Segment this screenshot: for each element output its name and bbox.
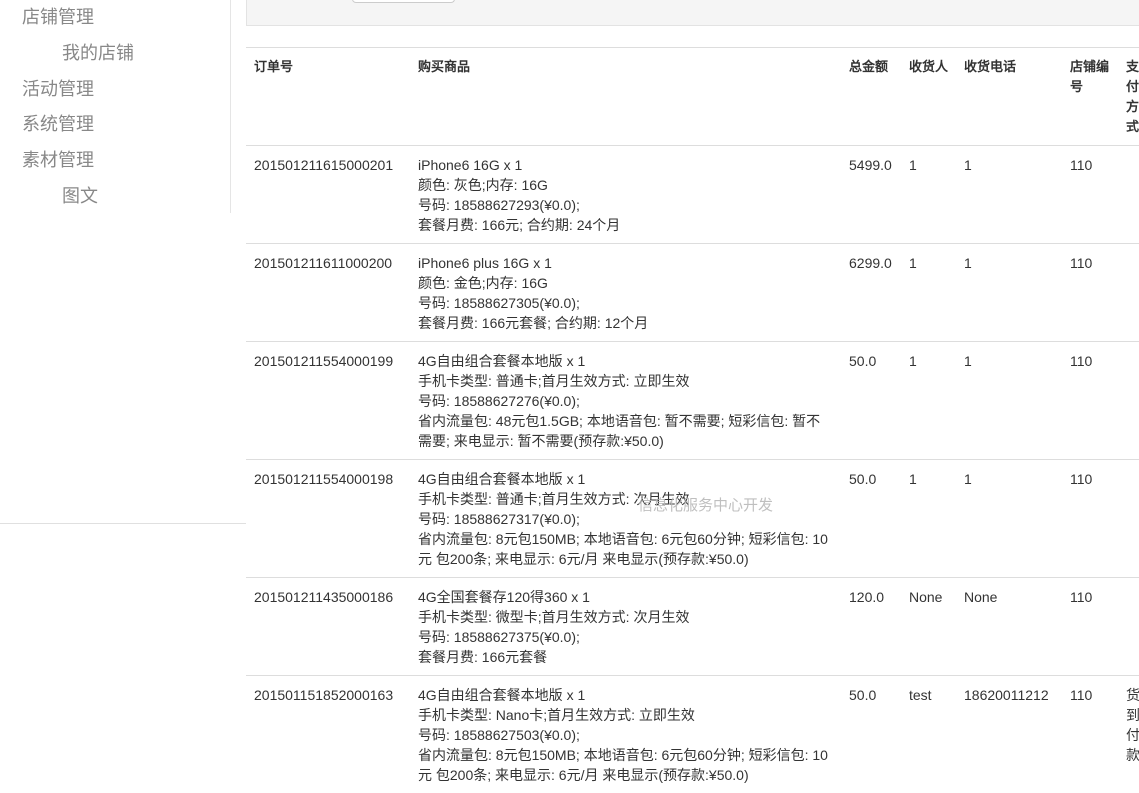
cell-amount: 5499.0 <box>841 146 901 244</box>
header-phone: 收货电话 <box>956 48 1062 146</box>
nav-system-management[interactable]: 系统管理 <box>22 113 94 135</box>
cell-phone: 1 <box>956 342 1062 460</box>
cell-phone: 18620011212 <box>956 676 1062 793</box>
product-line: 号码: 18588627317(¥0.0); <box>418 509 833 529</box>
table-row: 201501151852000163 4G自由组合套餐本地版 x 1 手机卡类型… <box>246 676 1139 793</box>
cell-payment: 货到付款 <box>1118 676 1139 793</box>
cell-order-id: 201501211611000200 <box>246 244 410 342</box>
product-line: 手机卡类型: 普通卡;首月生效方式: 立即生效 <box>418 371 833 391</box>
product-line: 颜色: 灰色;内存: 16G <box>418 175 833 195</box>
product-line: 4G自由组合套餐本地版 x 1 <box>418 469 833 489</box>
product-line: 省内流量包: 8元包150MB; 本地语音包: 6元包60分钟; 短彩信包: 1… <box>418 529 833 569</box>
cell-store-id: 110 <box>1062 578 1118 676</box>
cell-order-id: 201501211435000186 <box>246 578 410 676</box>
product-line: 颜色: 金色;内存: 16G <box>418 273 833 293</box>
cell-amount: 120.0 <box>841 578 901 676</box>
cell-product: 4G全国套餐存120得360 x 1 手机卡类型: 微型卡;首月生效方式: 次月… <box>410 578 841 676</box>
product-line: iPhone6 16G x 1 <box>418 155 833 175</box>
nav-store-management[interactable]: 店铺管理 <box>22 6 94 28</box>
cell-payment <box>1118 342 1139 460</box>
cell-store-id: 110 <box>1062 146 1118 244</box>
product-line: 号码: 18588627276(¥0.0); <box>418 391 833 411</box>
product-line: 套餐月费: 166元; 合约期: 24个月 <box>418 215 833 235</box>
product-line: 4G自由组合套餐本地版 x 1 <box>418 351 833 371</box>
cell-store-id: 110 <box>1062 244 1118 342</box>
cell-store-id: 110 <box>1062 460 1118 578</box>
cell-receiver: None <box>901 578 956 676</box>
table-header-row: 订单号 购买商品 总金额 收货人 收货电话 店铺编号 支付方式 <box>246 48 1139 146</box>
product-line: 号码: 18588627305(¥0.0); <box>418 293 833 313</box>
product-line: 号码: 18588627293(¥0.0); <box>418 195 833 215</box>
cell-amount: 6299.0 <box>841 244 901 342</box>
filter-panel <box>246 0 1139 26</box>
cell-order-id: 201501211554000199 <box>246 342 410 460</box>
cell-payment <box>1118 146 1139 244</box>
cell-phone: None <box>956 578 1062 676</box>
divider <box>0 523 246 524</box>
cell-product: iPhone6 16G x 1 颜色: 灰色;内存: 16G 号码: 18588… <box>410 146 841 244</box>
product-line: 4G全国套餐存120得360 x 1 <box>418 587 833 607</box>
header-product: 购买商品 <box>410 48 841 146</box>
cell-payment <box>1118 460 1139 578</box>
cell-receiver: 1 <box>901 460 956 578</box>
cell-order-id: 201501211615000201 <box>246 146 410 244</box>
product-line: 套餐月费: 166元套餐 <box>418 647 833 667</box>
cell-payment <box>1118 244 1139 342</box>
cell-receiver: 1 <box>901 146 956 244</box>
nav-my-store[interactable]: 我的店铺 <box>62 42 134 64</box>
table-row: 201501211435000186 4G全国套餐存120得360 x 1 手机… <box>246 578 1139 676</box>
product-line: 4G自由组合套餐本地版 x 1 <box>418 685 833 705</box>
cell-store-id: 110 <box>1062 342 1118 460</box>
cell-phone: 1 <box>956 146 1062 244</box>
product-line: 号码: 18588627375(¥0.0); <box>418 627 833 647</box>
orders-table: 订单号 购买商品 总金额 收货人 收货电话 店铺编号 支付方式 20150121… <box>246 47 1139 793</box>
cell-amount: 50.0 <box>841 460 901 578</box>
cell-receiver: 1 <box>901 244 956 342</box>
product-line: 手机卡类型: Nano卡;首月生效方式: 立即生效 <box>418 705 833 725</box>
nav-activity-management[interactable]: 活动管理 <box>22 78 94 100</box>
product-line: 号码: 18588627503(¥0.0); <box>418 725 833 745</box>
header-order-id: 订单号 <box>246 48 410 146</box>
cell-payment <box>1118 578 1139 676</box>
product-line: 套餐月费: 166元套餐; 合约期: 12个月 <box>418 313 833 333</box>
orders-table-container: 订单号 购买商品 总金额 收货人 收货电话 店铺编号 支付方式 20150121… <box>246 47 1139 793</box>
product-line: 手机卡类型: 普通卡;首月生效方式: 次月生效 <box>418 489 833 509</box>
cell-product: 4G自由组合套餐本地版 x 1 手机卡类型: Nano卡;首月生效方式: 立即生… <box>410 676 841 793</box>
product-line: 省内流量包: 8元包150MB; 本地语音包: 6元包60分钟; 短彩信包: 1… <box>418 745 833 785</box>
nav-graphic-text[interactable]: 图文 <box>62 185 98 207</box>
cell-order-id: 201501151852000163 <box>246 676 410 793</box>
cell-amount: 50.0 <box>841 676 901 793</box>
table-row: 201501211611000200 iPhone6 plus 16G x 1 … <box>246 244 1139 342</box>
cell-product: iPhone6 plus 16G x 1 颜色: 金色;内存: 16G 号码: … <box>410 244 841 342</box>
cell-amount: 50.0 <box>841 342 901 460</box>
cell-order-id: 201501211554000198 <box>246 460 410 578</box>
header-payment: 支付方式 <box>1118 48 1139 146</box>
filter-select[interactable] <box>352 0 455 3</box>
cell-product: 4G自由组合套餐本地版 x 1 手机卡类型: 普通卡;首月生效方式: 立即生效 … <box>410 342 841 460</box>
header-amount: 总金额 <box>841 48 901 146</box>
cell-store-id: 110 <box>1062 676 1118 793</box>
nav-material-management[interactable]: 素材管理 <box>22 149 94 171</box>
cell-phone: 1 <box>956 244 1062 342</box>
cell-receiver: test <box>901 676 956 793</box>
product-line: 手机卡类型: 微型卡;首月生效方式: 次月生效 <box>418 607 833 627</box>
table-row: 201501211554000199 4G自由组合套餐本地版 x 1 手机卡类型… <box>246 342 1139 460</box>
cell-phone: 1 <box>956 460 1062 578</box>
cell-receiver: 1 <box>901 342 956 460</box>
product-line: 省内流量包: 48元包1.5GB; 本地语音包: 暂不需要; 短彩信包: 暂不需… <box>418 411 833 451</box>
header-store-id: 店铺编号 <box>1062 48 1118 146</box>
product-line: iPhone6 plus 16G x 1 <box>418 253 833 273</box>
table-row: 201501211554000198 4G自由组合套餐本地版 x 1 手机卡类型… <box>246 460 1139 578</box>
header-receiver: 收货人 <box>901 48 956 146</box>
sidebar: 店铺管理 我的店铺 活动管理 系统管理 素材管理 图文 <box>0 0 231 213</box>
table-row: 201501211615000201 iPhone6 16G x 1 颜色: 灰… <box>246 146 1139 244</box>
cell-product: 4G自由组合套餐本地版 x 1 手机卡类型: 普通卡;首月生效方式: 次月生效 … <box>410 460 841 578</box>
